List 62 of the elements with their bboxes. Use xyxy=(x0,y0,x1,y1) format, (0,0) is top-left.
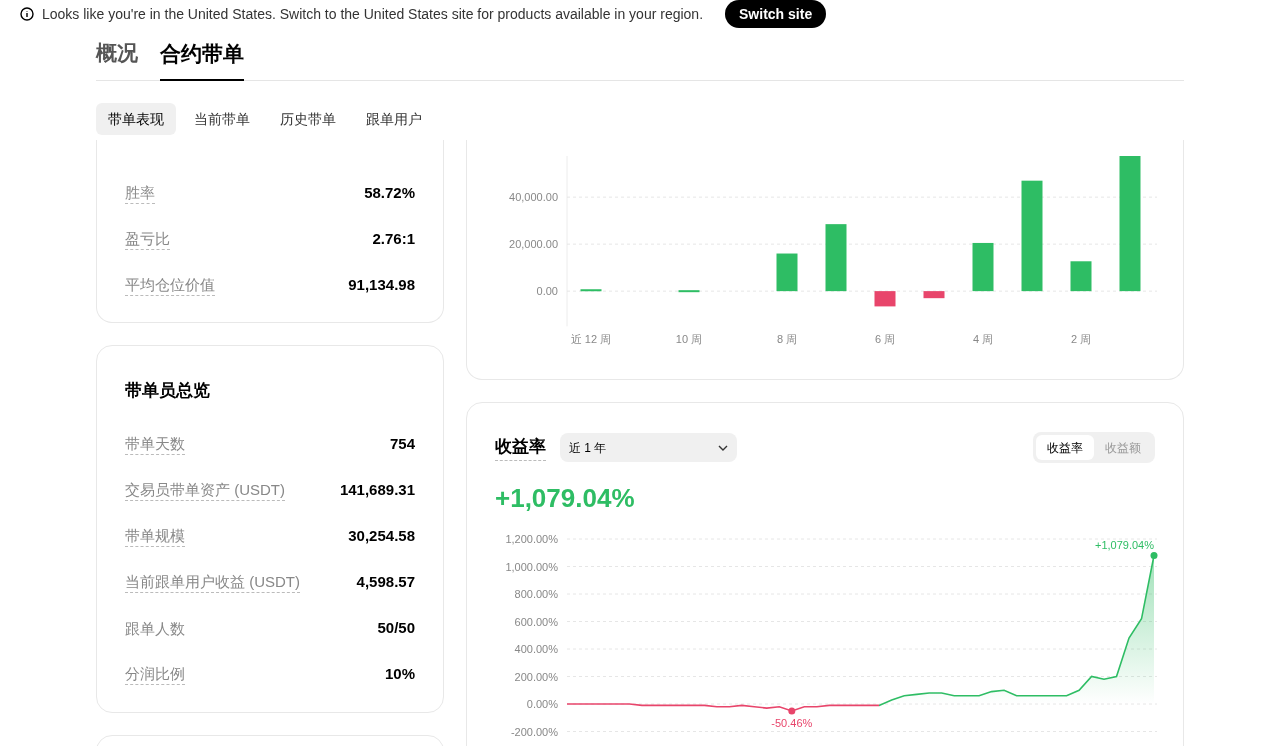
sub-tab[interactable]: 跟单用户 xyxy=(354,103,434,135)
axis-label: 800.00% xyxy=(514,588,558,600)
stat-value: 141,689.31 xyxy=(339,480,415,501)
bar xyxy=(678,290,700,293)
axis-label: -200.00% xyxy=(510,725,558,738)
bar xyxy=(923,291,945,299)
stat-label[interactable]: 平均仓位价值 xyxy=(125,274,215,296)
tab[interactable]: 合约带单 xyxy=(160,37,244,81)
bar xyxy=(825,224,847,292)
axis-label: 2 周 xyxy=(1070,333,1092,345)
stat-label[interactable]: 盈亏比 xyxy=(125,228,170,250)
stat-value: 10% xyxy=(384,664,415,685)
bar xyxy=(1070,261,1092,292)
marker-dot xyxy=(788,707,796,715)
stat-label: 跟单人数 xyxy=(125,618,185,639)
stat-label[interactable]: 交易员带单资产 (USDT) xyxy=(125,480,285,501)
value-label: -50.46% xyxy=(771,716,813,729)
axis-label: 200.00% xyxy=(514,670,558,683)
period-dropdown[interactable]: 近 1 年 xyxy=(560,433,737,462)
sub-tab[interactable]: 带单表现 xyxy=(96,103,176,135)
stat-label[interactable]: 胜率 xyxy=(125,182,155,204)
stat-value: 91,134.98 xyxy=(348,274,415,295)
stat-value: 58.72% xyxy=(364,182,415,203)
stat-value: 30,254.58 xyxy=(348,526,415,547)
axis-label: 40,000.00 xyxy=(509,191,558,204)
tab[interactable]: 概况 xyxy=(96,36,138,80)
stat-value: 754 xyxy=(389,434,415,455)
value-label: +1,079.04% xyxy=(1094,538,1154,551)
sub-tab[interactable]: 历史带单 xyxy=(268,103,348,135)
axis-label: 0.00 xyxy=(536,285,558,298)
axis-label: 600.00% xyxy=(514,615,558,628)
toggle-option[interactable]: 收益率 xyxy=(1036,435,1094,460)
axis-label: 8 周 xyxy=(776,333,798,345)
stat-label[interactable]: 带单天数 xyxy=(125,434,185,455)
sub-tab[interactable]: 当前带单 xyxy=(182,103,262,135)
card-title: 收益率 xyxy=(495,434,546,461)
region-message: Looks like you're in the United States. Switch to the United States site for products available in your region. xyxy=(42,4,704,24)
bar xyxy=(972,242,994,292)
stat-label[interactable]: 当前跟单用户收益 (USDT) xyxy=(125,572,300,593)
stat-label[interactable]: 分润比例 xyxy=(125,664,185,685)
axis-label: 1,200.00% xyxy=(505,533,558,545)
axis-label: 10 周 xyxy=(675,333,703,345)
bar xyxy=(874,291,896,307)
axis-label: 近 12 周 xyxy=(570,333,612,345)
switch-site-button[interactable]: Switch site xyxy=(725,0,827,28)
stat-value: 4,598.57 xyxy=(356,572,415,593)
stat-value: 2.76:1 xyxy=(372,228,415,249)
card-title: 带单员总览 xyxy=(125,380,211,402)
stat-label[interactable]: 带单规模 xyxy=(125,526,185,547)
info-icon xyxy=(20,7,34,21)
axis-label: 0.00% xyxy=(526,698,558,710)
bar xyxy=(580,289,602,292)
axis-label: 1,000.00% xyxy=(505,560,558,573)
total-return: +1,079.04% xyxy=(495,482,636,515)
marker-dot xyxy=(1150,552,1158,559)
stat-value: 50/50 xyxy=(377,618,415,639)
axis-label: 400.00% xyxy=(514,643,558,655)
chevron-down-icon xyxy=(718,444,728,451)
bar xyxy=(776,253,798,292)
axis-label: 6 周 xyxy=(874,333,896,345)
axis-label: 20,000.00 xyxy=(509,238,558,251)
axis-label: 4 周 xyxy=(972,333,994,345)
